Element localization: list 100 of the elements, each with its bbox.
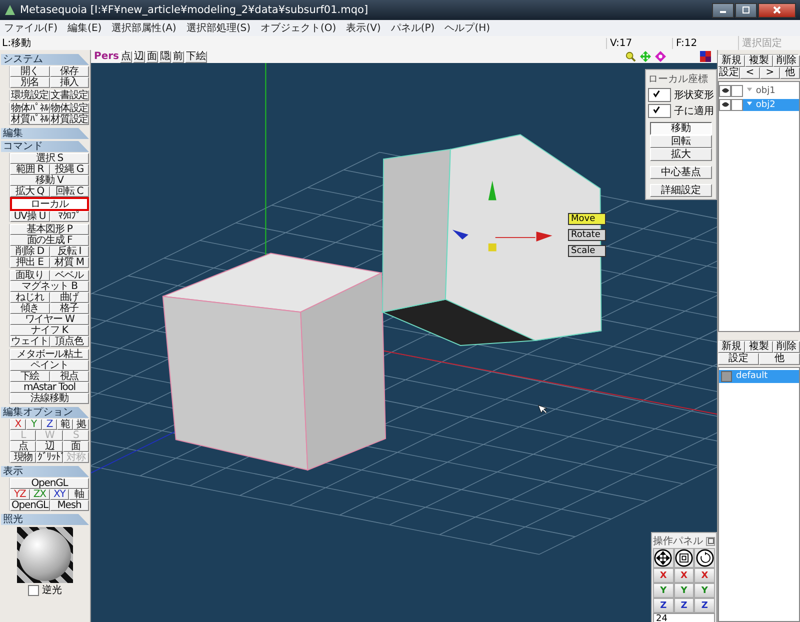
checkbox[interactable]: [648, 88, 671, 102]
tool-button[interactable]: 面取り: [10, 270, 50, 281]
menu-item[interactable]: ファイル(F): [4, 21, 58, 35]
scale-tool-button[interactable]: [674, 548, 694, 568]
tool-button[interactable]: 押出 E: [10, 257, 50, 268]
tool-button[interactable]: 拡大 Q: [10, 186, 50, 197]
tool-button[interactable]: YZ: [10, 489, 30, 500]
panel-button[interactable]: 詳細設定: [650, 184, 712, 197]
tool-button[interactable]: 曲げ: [50, 292, 89, 303]
section-header[interactable]: システム: [1, 54, 89, 65]
view-button[interactable]: 前: [172, 50, 184, 62]
panel-button[interactable]: >: [760, 67, 780, 79]
menu-item[interactable]: 選択部属性(A): [112, 21, 176, 35]
axis-button[interactable]: X: [674, 568, 694, 583]
menu-item[interactable]: ヘルプ(H): [444, 21, 490, 35]
axis-button[interactable]: X: [653, 568, 674, 583]
panel-button[interactable]: 削除: [772, 341, 800, 353]
tool-button[interactable]: 法線移動: [10, 393, 89, 404]
panel-button[interactable]: 設定: [718, 353, 759, 365]
tool-button[interactable]: 範囲 R: [10, 164, 50, 175]
axis-button[interactable]: Z: [674, 598, 694, 613]
tool-button[interactable]: 材質ﾊﾟﾈﾙ: [10, 114, 50, 125]
tool-button[interactable]: 回転 C: [50, 186, 89, 197]
panel-button[interactable]: 複製: [745, 341, 773, 353]
tool-button[interactable]: 投縄 G: [50, 164, 89, 175]
tool-button[interactable]: 辺: [36, 441, 63, 452]
visibility-toggle[interactable]: [719, 98, 731, 110]
handle-mode-button[interactable]: Rotate: [568, 229, 606, 241]
tool-button[interactable]: Mesh: [50, 500, 89, 511]
view-button[interactable]: 面: [146, 50, 158, 62]
tool-button[interactable]: 頂点色: [50, 336, 89, 347]
value-field[interactable]: 24: [653, 613, 715, 622]
view-button[interactable]: 下絵: [185, 50, 207, 62]
menu-item[interactable]: 編集(E): [68, 21, 102, 35]
lock-toggle[interactable]: [731, 84, 743, 96]
menu-item[interactable]: パネル(P): [390, 21, 435, 35]
tool-button[interactable]: 傾き: [10, 303, 50, 314]
mode-button[interactable]: 移動: [650, 122, 712, 135]
tool-button[interactable]: 範: [57, 419, 74, 430]
tool-button[interactable]: 文書設定: [50, 90, 89, 101]
axis-button[interactable]: Y: [653, 583, 674, 598]
rotate-tool-button[interactable]: [694, 548, 716, 568]
tool-button[interactable]: 拠: [73, 419, 89, 430]
object-item[interactable]: obj1: [743, 84, 799, 96]
panel-button[interactable]: 新規: [718, 341, 746, 353]
handle-mode-button[interactable]: Move: [568, 213, 606, 225]
menu-item[interactable]: オブジェクト(O): [260, 21, 336, 35]
tool-button[interactable]: OpenGL: [10, 500, 50, 511]
checkbox[interactable]: [648, 104, 671, 118]
panel-button[interactable]: 削除: [772, 55, 800, 67]
panel-button[interactable]: 他: [780, 67, 800, 79]
view-button[interactable]: 辺: [133, 50, 145, 62]
checkbox[interactable]: [28, 584, 39, 596]
maximize-button[interactable]: [735, 2, 757, 18]
panel-button[interactable]: 複製: [745, 55, 773, 67]
tool-button[interactable]: ｸﾞﾘｯﾄﾞ: [36, 452, 63, 463]
tool-button[interactable]: X: [10, 419, 26, 430]
tool-button[interactable]: ナイフ K: [10, 325, 89, 336]
tool-button[interactable]: ﾏｸﾛﾌﾟ: [50, 211, 89, 222]
tool-button[interactable]: 保存: [50, 66, 89, 77]
zoom-icon[interactable]: [625, 51, 636, 62]
tool-button[interactable]: OpenGL: [10, 478, 89, 489]
cube-mesh[interactable]: [380, 134, 602, 346]
section-header[interactable]: 照光: [1, 514, 89, 525]
close-button[interactable]: [758, 2, 796, 18]
tool-button[interactable]: メタボール粘土: [10, 349, 89, 360]
local-axis-handle-drawing[interactable]: [452, 180, 552, 252]
tool-button[interactable]: ローカル: [11, 198, 88, 210]
view-button[interactable]: 点: [120, 50, 132, 62]
axis-button[interactable]: Y: [694, 583, 716, 598]
tool-button[interactable]: 別名: [10, 77, 50, 88]
tool-button[interactable]: 下絵: [10, 371, 50, 382]
tool-button[interactable]: 物体設定: [50, 103, 89, 114]
mode-button[interactable]: 回転: [650, 135, 712, 148]
tool-button[interactable]: 材質設定: [50, 114, 89, 125]
tool-button[interactable]: 軸: [69, 489, 89, 500]
mode-button[interactable]: 拡大: [650, 148, 712, 161]
tool-button[interactable]: Z: [42, 419, 58, 430]
tool-button[interactable]: 基本図形 P: [10, 224, 89, 235]
tool-button[interactable]: ワイヤー W: [10, 314, 89, 325]
tool-button[interactable]: 物体ﾊﾟﾈﾙ: [10, 103, 50, 114]
panel-button[interactable]: 他: [759, 353, 800, 365]
tool-button[interactable]: マグネット B: [10, 281, 89, 292]
3d-viewport[interactable]: Move Rotate Scale ローカル座標 形状変形 子に適用 移動 回転 拡大 中心基点 詳細設定 操作パネル X X X Y Y Y Z Z Z 24: [91, 63, 717, 622]
axis-button[interactable]: Z: [694, 598, 716, 613]
tool-button[interactable]: 移動 V: [10, 175, 89, 186]
axis-button[interactable]: X: [694, 568, 716, 583]
tool-button[interactable]: 削除 D: [10, 246, 50, 257]
panel-button[interactable]: 新規: [718, 55, 746, 67]
tool-button[interactable]: 視点: [50, 371, 89, 382]
color-grid-icon[interactable]: [700, 51, 711, 62]
panel-button[interactable]: 中心基点: [650, 166, 712, 179]
tool-button[interactable]: 格子: [50, 303, 89, 314]
panel-button[interactable]: <: [740, 67, 760, 79]
tool-button[interactable]: 選択 S: [10, 153, 89, 164]
light-sphere-drawing[interactable]: [17, 527, 73, 583]
section-header[interactable]: 編集: [1, 128, 89, 139]
section-header[interactable]: 表示: [1, 466, 89, 477]
handle-mode-button[interactable]: Scale: [568, 245, 606, 257]
visibility-toggle[interactable]: [719, 84, 731, 96]
